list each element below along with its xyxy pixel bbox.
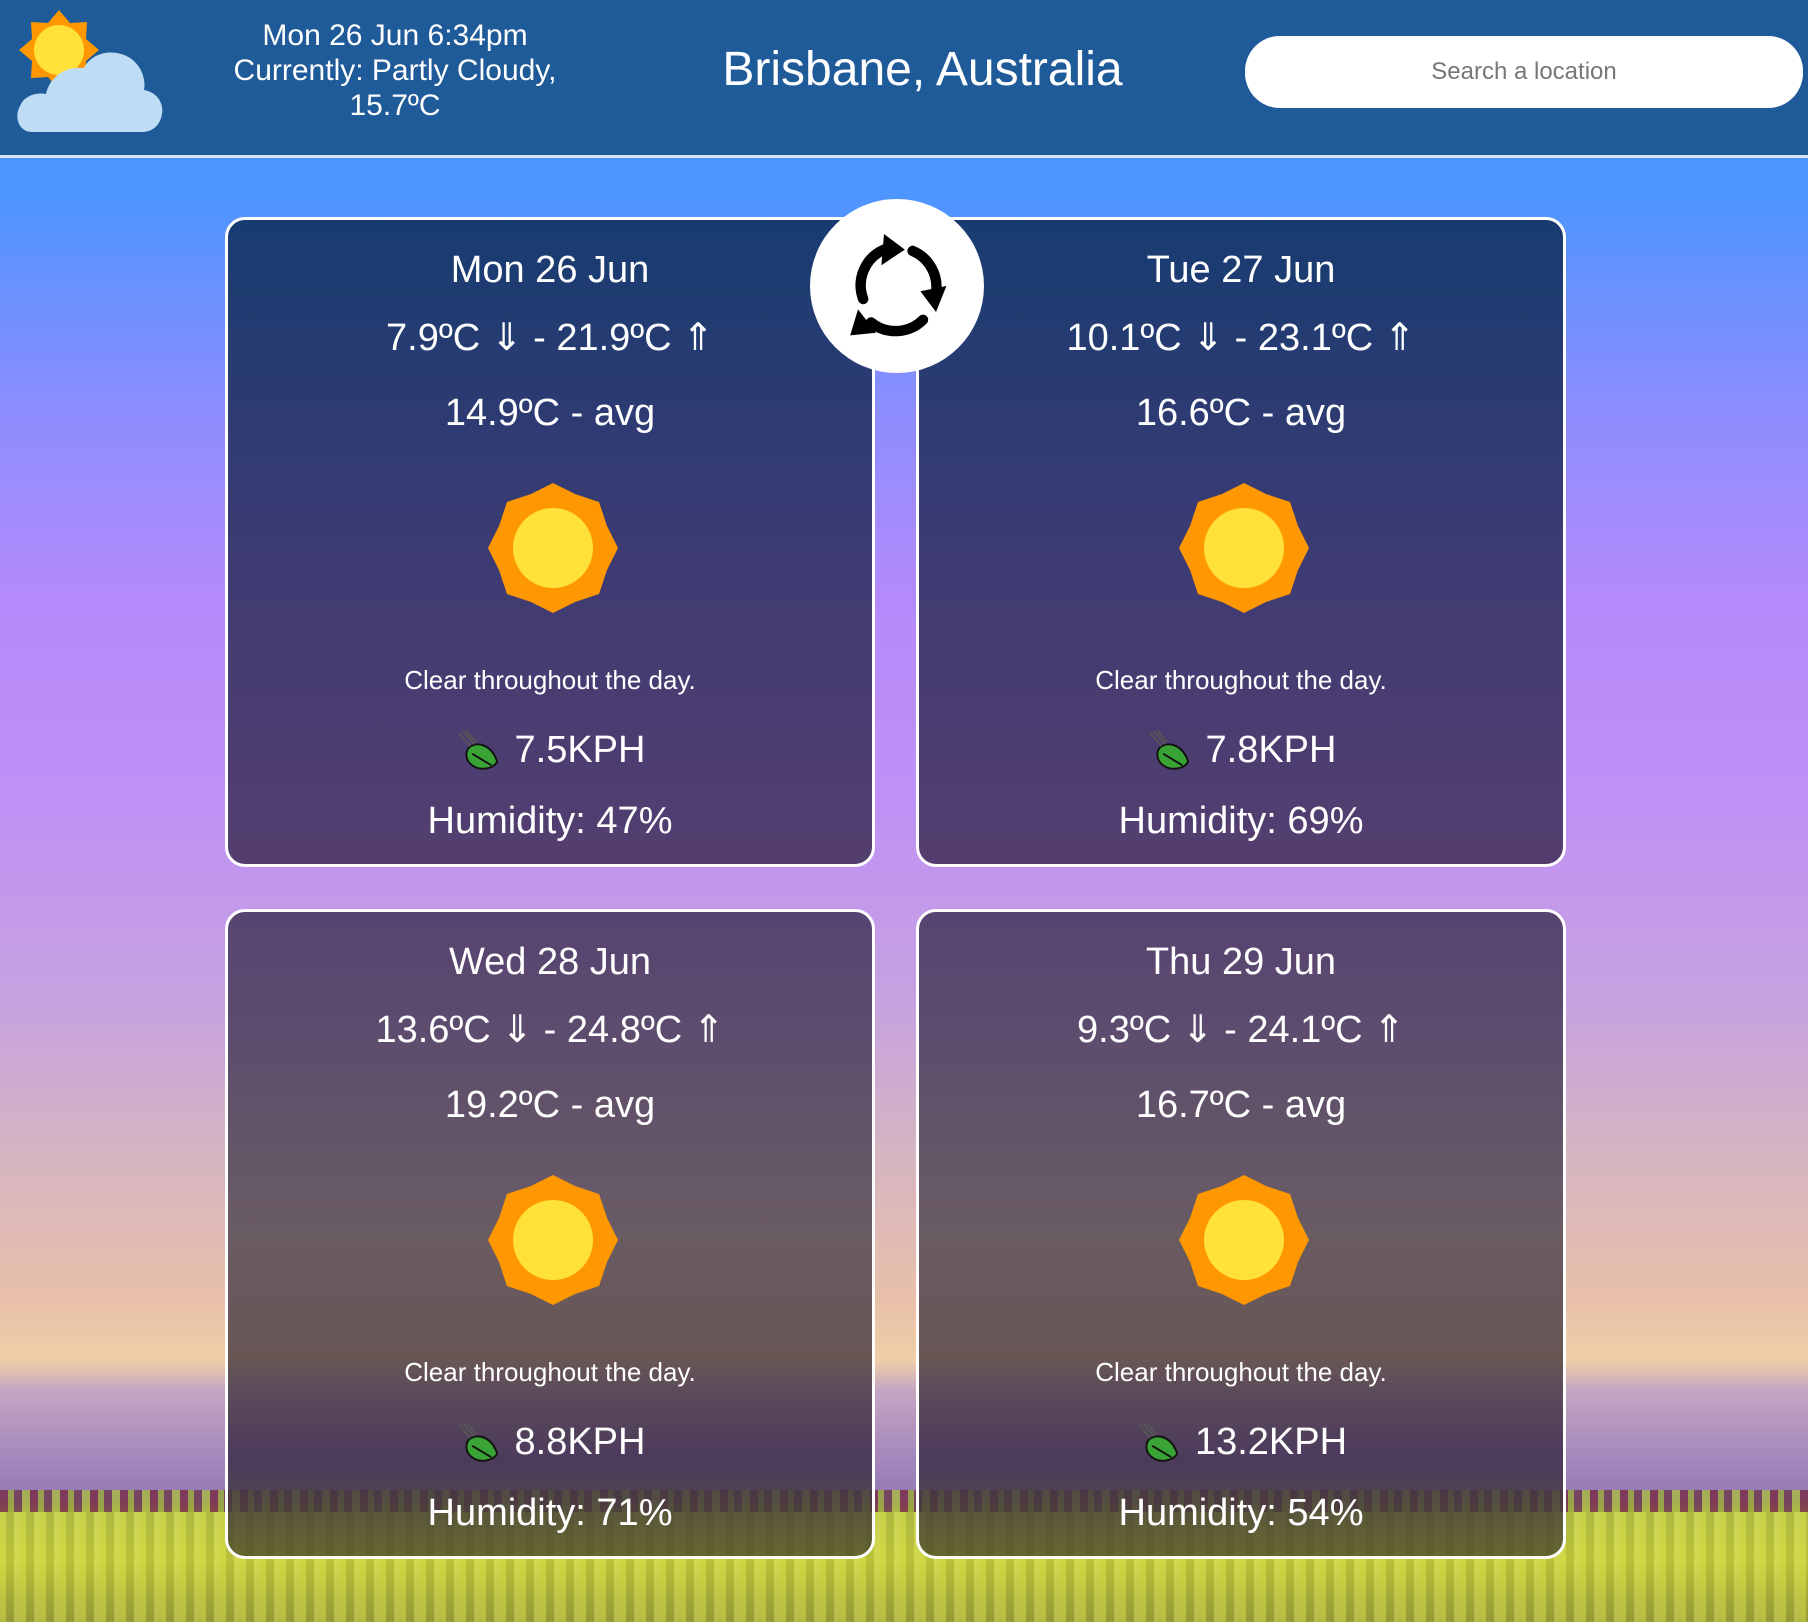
forecast-wind: 7.8KPH [919, 727, 1563, 773]
wind-leaf-icon [1148, 730, 1189, 770]
forecast-date: Mon 26 Jun [450, 249, 650, 291]
forecast-temp-range: 9.3ºC ⇓ - 24.1ºC ⇑ [1077, 1009, 1405, 1051]
forecast-wind: 7.5KPH [228, 727, 872, 773]
forecast-temp-avg: 16.6ºC - avg [1135, 392, 1347, 434]
partly-cloudy-icon [17, 10, 163, 132]
forecast-humidity: Humidity: 47% [427, 800, 673, 842]
forecast-temp-avg: 19.2ºC - avg [444, 1084, 656, 1126]
sun-icon [1179, 483, 1309, 613]
forecast-temp-range: 7.9ºC ⇓ - 21.9ºC ⇑ [386, 317, 714, 359]
location-title: Brisbane, Australia [722, 43, 1123, 96]
forecast-temp-avg: 16.7ºC - avg [1135, 1084, 1347, 1126]
forecast-wind: 13.2KPH [919, 1419, 1563, 1465]
wind-leaf-icon [1138, 1422, 1179, 1462]
sun-icon [488, 483, 618, 613]
forecast-description: Clear throughout the day. [404, 665, 696, 695]
forecast-temp-range: 10.1ºC ⇓ - 23.1ºC ⇑ [1066, 317, 1416, 359]
refresh-icon [850, 234, 947, 337]
forecast-card: Thu 29 Jun 9.3ºC ⇓ - 24.1ºC ⇑ 16.7ºC - a… [916, 909, 1566, 1559]
forecast-date: Wed 28 Jun [448, 941, 652, 983]
sun-icon [488, 1175, 618, 1305]
forecast-date: Thu 29 Jun [1145, 941, 1337, 983]
forecast-humidity: Humidity: 69% [1118, 800, 1364, 842]
forecast-wind-speed: 8.8KPH [514, 1421, 646, 1463]
forecast-wind-speed: 13.2KPH [1194, 1421, 1348, 1463]
wind-leaf-icon [457, 730, 498, 770]
refresh-button[interactable] [810, 199, 984, 373]
forecast-wind-speed: 7.5KPH [514, 729, 646, 771]
forecast-description: Clear throughout the day. [1095, 665, 1387, 695]
forecast-temp-avg: 14.9ºC - avg [444, 392, 656, 434]
forecast-date: Tue 27 Jun [1146, 249, 1336, 291]
forecast-card: Tue 27 Jun 10.1ºC ⇓ - 23.1ºC ⇑ 16.6ºC - … [916, 217, 1566, 867]
forecast-description: Clear throughout the day. [404, 1357, 696, 1387]
forecast-wind-speed: 7.8KPH [1205, 729, 1337, 771]
forecast-card: Wed 28 Jun 13.6ºC ⇓ - 24.8ºC ⇑ 19.2ºC - … [225, 909, 875, 1559]
sun-icon [1179, 1175, 1309, 1305]
forecast-temp-range: 13.6ºC ⇓ - 24.8ºC ⇑ [375, 1009, 725, 1051]
current-datetime: Mon 26 Jun 6:34pm [262, 19, 528, 52]
current-conditions: Mon 26 Jun 6:34pm Currently: Partly Clou… [210, 18, 580, 123]
wind-leaf-icon [457, 1422, 498, 1462]
forecast-humidity: Humidity: 54% [1118, 1492, 1364, 1534]
forecast-wind: 8.8KPH [228, 1419, 872, 1465]
current-summary: Currently: Partly Cloudy, [233, 54, 557, 87]
forecast-card: Mon 26 Jun 7.9ºC ⇓ - 21.9ºC ⇑ 14.9ºC - a… [225, 217, 875, 867]
forecast-description: Clear throughout the day. [1095, 1357, 1387, 1387]
header-bar: Mon 26 Jun 6:34pm Currently: Partly Clou… [0, 0, 1808, 158]
forecast-humidity: Humidity: 71% [427, 1492, 673, 1534]
search-input[interactable] [1245, 36, 1803, 108]
current-temperature: 15.7ºC [349, 89, 441, 122]
